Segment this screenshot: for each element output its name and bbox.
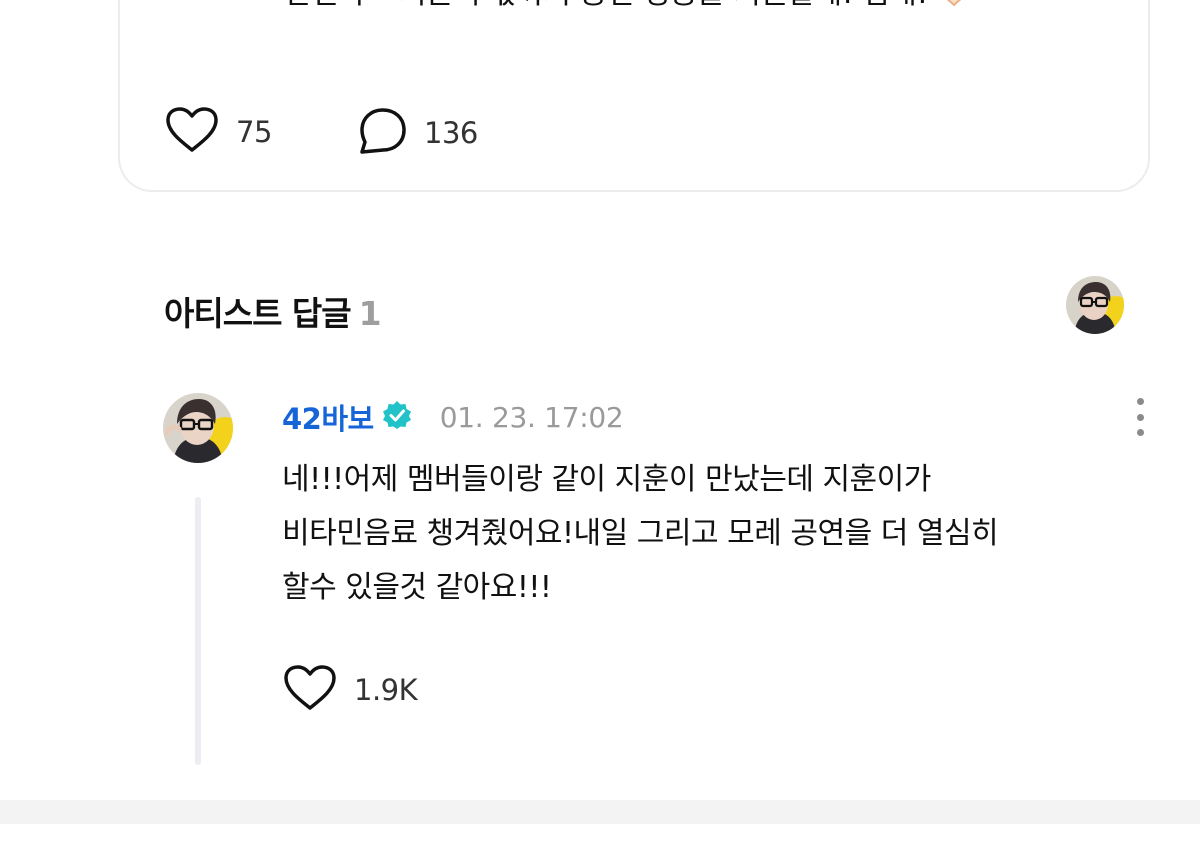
- fan-post-text: 한진아~ 지훈이 몫까지 공연 성공을 기원할게! 힘내!: [284, 0, 976, 15]
- post-like-button[interactable]: 75: [164, 106, 272, 158]
- fan-post-card[interactable]: 한진아~ 지훈이 몫까지 공연 성공을 기원할게! 힘내!: [118, 0, 1150, 192]
- artist-reply-section-title: 아티스트 답글 1: [164, 287, 382, 335]
- reply-thread-line: [195, 497, 201, 765]
- artist-reply-count: 1: [358, 294, 382, 333]
- reply-like-button[interactable]: 1.9K: [282, 664, 418, 716]
- heart-hands-emoji-icon: [932, 0, 976, 15]
- comment-bubble-icon: [358, 106, 408, 160]
- post-comment-button[interactable]: 136: [358, 106, 478, 160]
- artist-avatar[interactable]: [163, 393, 233, 463]
- reply-body: 네!!!어제 멤버들이랑 같이 지훈이 만났는데 지훈이가 비타민음료 챙겨줬어…: [282, 460, 999, 622]
- reply-like-count: 1.9K: [354, 673, 418, 707]
- fan-post-text-content: 한진아~ 지훈이 몫까지 공연 성공을 기원할게! 힘내!: [284, 0, 928, 11]
- reply-author-name[interactable]: 42바보: [282, 396, 374, 438]
- verified-badge-icon: [382, 400, 412, 434]
- reply-header: 42바보 01. 23. 17:02: [282, 396, 624, 438]
- reply-body-line: 할수 있을것 같아요!!!: [282, 570, 552, 605]
- more-options-icon[interactable]: [1128, 398, 1152, 436]
- artist-profile-avatar[interactable]: [1066, 276, 1124, 334]
- post-like-count: 75: [236, 115, 272, 149]
- section-divider: [0, 800, 1200, 824]
- heart-outline-icon: [164, 106, 220, 158]
- post-comment-count: 136: [424, 116, 478, 150]
- heart-outline-icon: [282, 664, 338, 716]
- reply-timestamp: 01. 23. 17:02: [439, 400, 624, 434]
- reply-body-line: 비타민음료 챙겨줬어요!내일 그리고 모레 공연을 더 열심히: [282, 516, 999, 551]
- artist-reply-title-text: 아티스트 답글: [164, 294, 352, 333]
- reply-body-line: 네!!!어제 멤버들이랑 같이 지훈이 만났는데 지훈이가: [282, 462, 931, 497]
